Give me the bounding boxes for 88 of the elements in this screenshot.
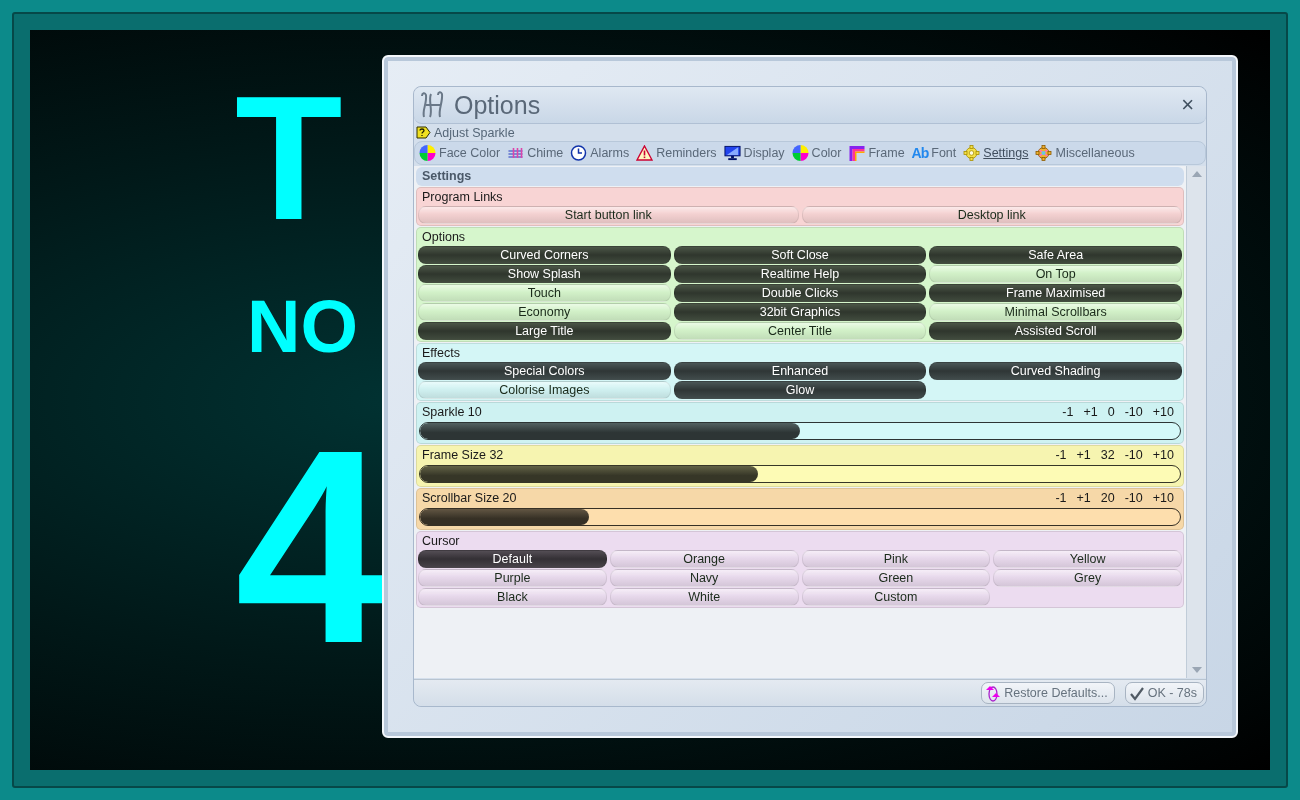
tab[interactable]: Display bbox=[723, 145, 789, 161]
toggle-button[interactable]: Safe Area bbox=[929, 246, 1182, 264]
tab[interactable]: Chime bbox=[507, 145, 568, 161]
toggle-button[interactable]: Assisted Scroll bbox=[929, 322, 1182, 340]
day-text: T bbox=[235, 70, 343, 246]
section-title: Program Links bbox=[422, 189, 504, 206]
toggle-button[interactable]: Economy bbox=[418, 303, 671, 321]
toggle-button[interactable]: Frame Maximised bbox=[929, 284, 1182, 302]
option-button[interactable]: Default bbox=[418, 550, 607, 568]
toggle-button[interactable]: Special Colors bbox=[418, 362, 671, 380]
option-button[interactable]: Yellow bbox=[993, 550, 1182, 568]
step-button[interactable]: -1 bbox=[1051, 489, 1071, 507]
toggle-button[interactable]: Center Title bbox=[673, 322, 927, 340]
clock-icon bbox=[570, 145, 588, 161]
toggle-button[interactable]: Enhanced bbox=[673, 362, 927, 380]
option-button[interactable]: Navy bbox=[609, 569, 799, 587]
toggle-button[interactable]: Desktop link bbox=[801, 206, 1182, 224]
toggle-button[interactable]: On Top bbox=[929, 265, 1182, 283]
option-button[interactable]: Custom bbox=[801, 588, 991, 606]
step-button[interactable]: 20 bbox=[1096, 489, 1119, 507]
toggle-button[interactable]: Start button link bbox=[418, 206, 799, 224]
frame-corner-icon bbox=[848, 145, 866, 161]
slider-label: Sparkle 10 bbox=[422, 404, 483, 421]
pie-icon bbox=[791, 145, 809, 161]
toggle-button[interactable]: Glow bbox=[673, 381, 927, 399]
restore-button[interactable]: Restore Defaults... bbox=[981, 682, 1115, 704]
pie-icon bbox=[419, 145, 436, 161]
slider-track[interactable] bbox=[419, 422, 1181, 440]
tab[interactable]: Color bbox=[791, 145, 846, 161]
step-button[interactable]: +10 bbox=[1148, 403, 1178, 421]
toggle-button[interactable]: Double Clicks bbox=[673, 284, 927, 302]
option-button[interactable]: Green bbox=[801, 569, 991, 587]
step-button[interactable]: +10 bbox=[1148, 446, 1178, 464]
step-button[interactable]: -1 bbox=[1051, 446, 1071, 464]
help-icon bbox=[416, 126, 431, 139]
tab[interactable]: Face Color bbox=[419, 145, 505, 161]
slider-label: Frame Size 32 bbox=[422, 447, 505, 464]
toggle-button[interactable]: 32bit Graphics bbox=[673, 303, 927, 321]
window-title: Options bbox=[454, 90, 542, 120]
tab[interactable]: Frame bbox=[848, 145, 909, 161]
page-header: Settings bbox=[416, 167, 1184, 186]
section-title: Effects bbox=[422, 345, 461, 362]
slider-track[interactable] bbox=[419, 508, 1181, 526]
music-bars-icon bbox=[507, 145, 525, 161]
step-button[interactable]: +1 bbox=[1072, 446, 1095, 464]
gear-icon bbox=[963, 145, 981, 161]
section-title: Cursor bbox=[422, 533, 461, 550]
step-button[interactable]: -10 bbox=[1120, 446, 1147, 464]
toggle-button[interactable]: Large Title bbox=[418, 322, 671, 340]
toggle-button[interactable]: Minimal Scrollbars bbox=[929, 303, 1182, 321]
toggle-button[interactable]: Realtime Help bbox=[673, 265, 927, 283]
step-button[interactable]: 0 bbox=[1103, 403, 1119, 421]
toggle-button[interactable]: Show Splash bbox=[418, 265, 671, 283]
option-button[interactable]: Purple bbox=[418, 569, 607, 587]
tab[interactable]: Ab Font bbox=[911, 145, 961, 161]
option-button[interactable]: Grey bbox=[993, 569, 1182, 587]
option-button[interactable]: Black bbox=[418, 588, 607, 606]
toggle-button[interactable]: Curved Shading bbox=[929, 362, 1182, 380]
option-button[interactable]: Pink bbox=[801, 550, 991, 568]
step-button[interactable]: -10 bbox=[1120, 403, 1147, 421]
toggle-button[interactable]: Colorise Images bbox=[418, 381, 671, 399]
gear-icon bbox=[1035, 145, 1053, 161]
restore-icon bbox=[985, 684, 1002, 702]
tab[interactable]: Miscellaneous bbox=[1035, 145, 1139, 161]
tab[interactable]: Settings bbox=[963, 145, 1033, 161]
tab[interactable]: Alarms bbox=[570, 145, 634, 161]
step-button[interactable]: +1 bbox=[1072, 489, 1095, 507]
section-title: Options bbox=[422, 229, 467, 246]
step-button[interactable]: -10 bbox=[1120, 489, 1147, 507]
option-button[interactable]: White bbox=[609, 588, 799, 606]
slider-label: Scrollbar Size 20 bbox=[422, 490, 518, 507]
ok-button[interactable]: OK - 78s bbox=[1124, 682, 1204, 704]
help-text: Adjust Sparkle bbox=[434, 125, 515, 140]
monitor-icon bbox=[723, 145, 741, 161]
toggle-button[interactable]: Curved Corners bbox=[418, 246, 671, 264]
toggle-button[interactable]: Touch bbox=[418, 284, 671, 302]
step-button[interactable]: 32 bbox=[1096, 446, 1119, 464]
tab[interactable]: Reminders bbox=[636, 145, 721, 161]
warning-icon bbox=[636, 145, 654, 161]
close-button[interactable]: × bbox=[1177, 92, 1198, 118]
slider-track[interactable] bbox=[419, 465, 1181, 483]
month-text: NO bbox=[247, 290, 358, 364]
toggle-button[interactable]: Soft Close bbox=[673, 246, 927, 264]
option-button[interactable]: Orange bbox=[609, 550, 799, 568]
step-button[interactable]: +1 bbox=[1079, 403, 1102, 421]
date-text: 4 bbox=[235, 408, 389, 684]
step-button[interactable]: -1 bbox=[1058, 403, 1078, 421]
step-button[interactable]: +10 bbox=[1148, 489, 1178, 507]
